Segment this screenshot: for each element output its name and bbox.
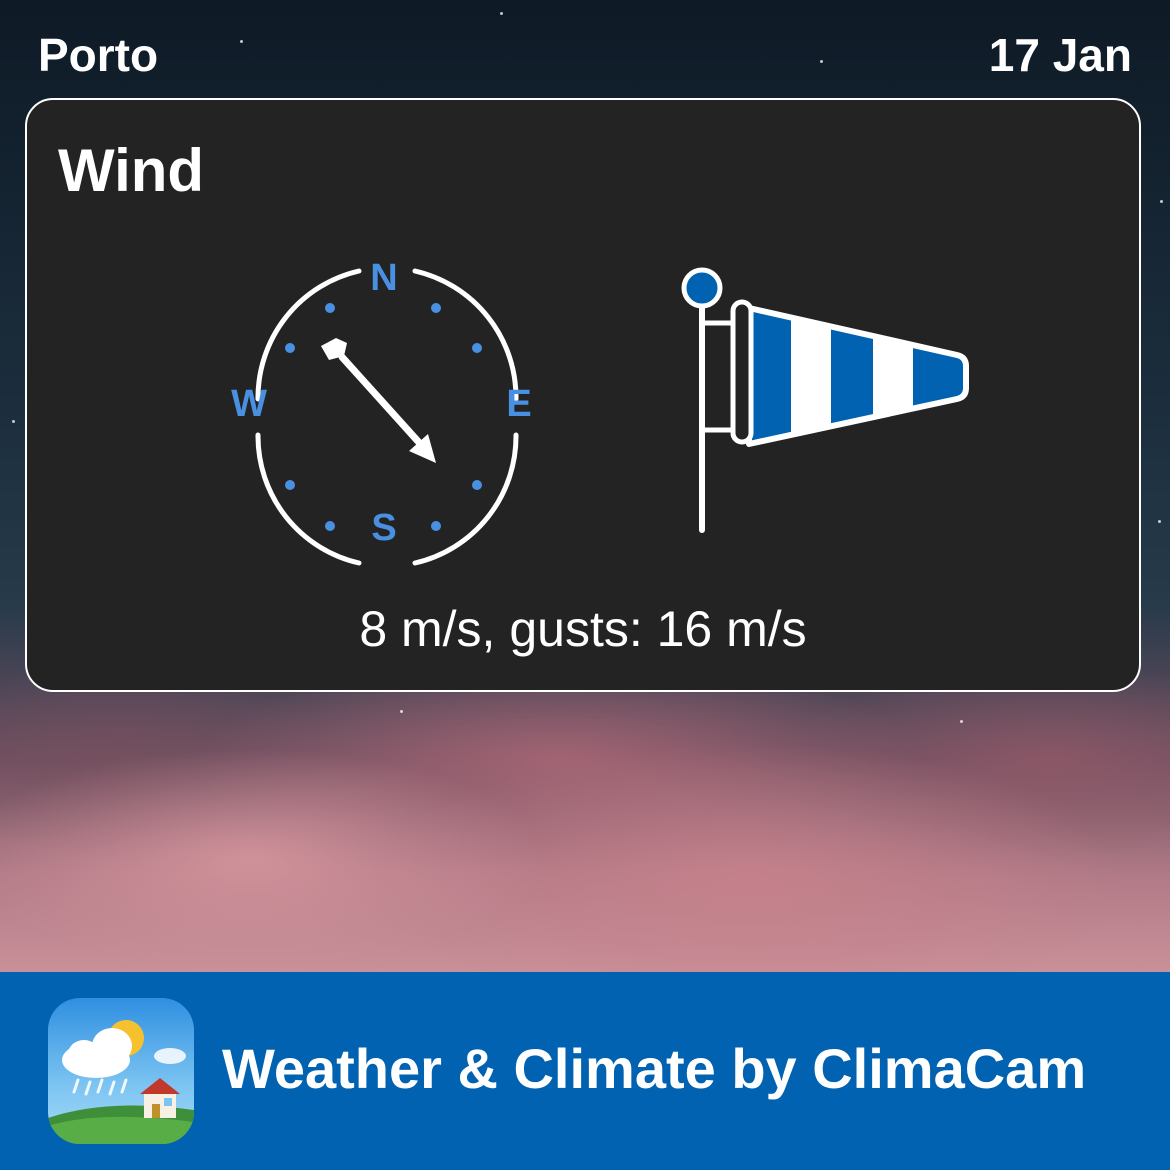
app-banner: Weather & Climate by ClimaCam [0, 972, 1170, 1170]
climacam-app-icon[interactable] [48, 998, 194, 1144]
compass-dot [285, 480, 295, 490]
city-name: Porto [38, 29, 159, 81]
compass-ring-sw [255, 432, 362, 566]
compass-label-n: N [370, 260, 397, 299]
compass-ring-ne [412, 268, 519, 402]
date-label: 17 Jan [988, 29, 1132, 81]
app-name: Weather & Climate by ClimaCam [222, 1037, 1087, 1100]
wind-speed-text: 8 m/s, gusts: 16 m/s [359, 601, 807, 657]
compass-dot [285, 343, 295, 353]
compass-ring-nw [255, 268, 362, 402]
star [960, 720, 963, 723]
compass-label-s: S [371, 507, 396, 549]
star [820, 60, 823, 63]
star [500, 12, 503, 15]
star [1158, 520, 1161, 523]
card-title: Wind [58, 137, 205, 204]
windsock-icon [681, 267, 969, 533]
star [400, 710, 403, 713]
wind-direction-arrow-icon [321, 338, 436, 463]
compass-dot [325, 303, 335, 313]
compass-dot [472, 343, 482, 353]
wind-card: Wind N S E W 8 m/s, gusts: 16 m/s [25, 98, 1141, 692]
compass-dot [472, 480, 482, 490]
compass-dot [431, 521, 441, 531]
compass-dot [325, 521, 335, 531]
star [240, 40, 243, 43]
star [1160, 200, 1163, 203]
compass-label-e: E [506, 383, 531, 425]
star [12, 420, 15, 423]
compass-label-w: W [231, 383, 267, 425]
compass-icon: N S E W [231, 260, 532, 566]
compass-dot [431, 303, 441, 313]
